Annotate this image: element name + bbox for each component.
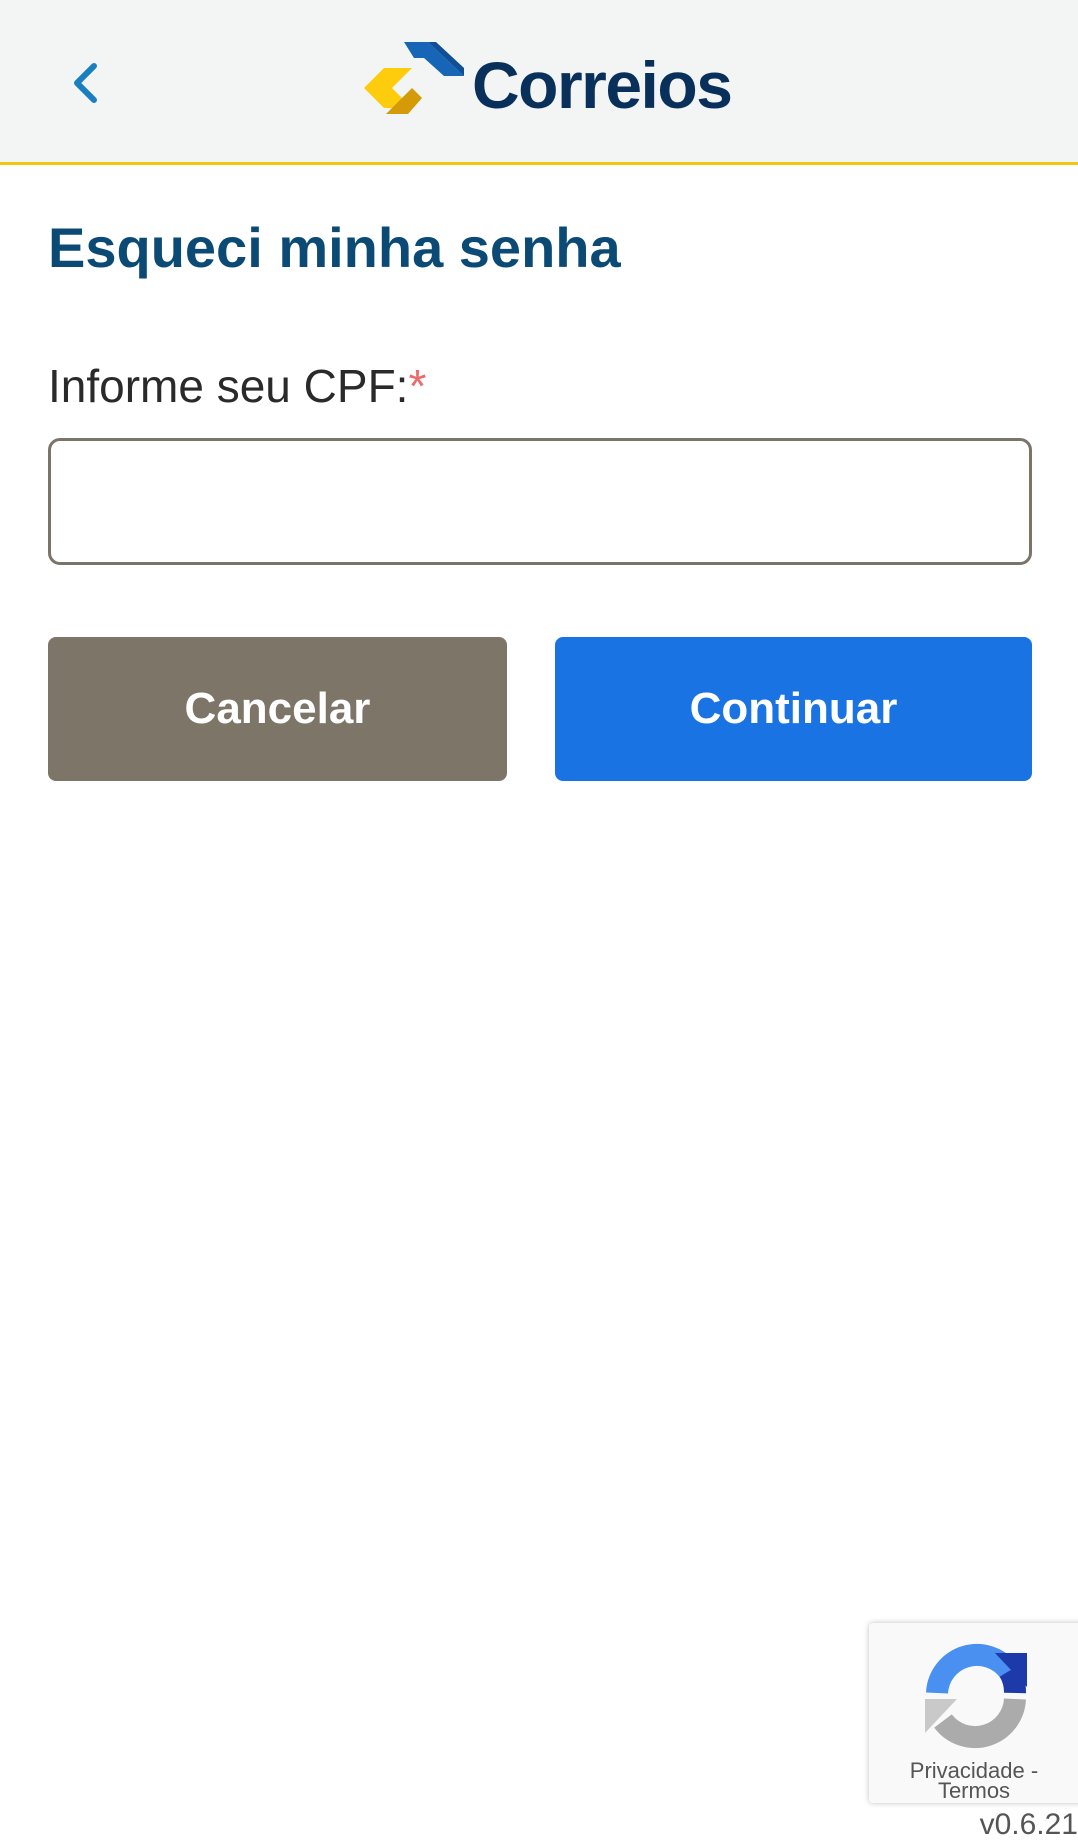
- app-version: v0.6.21: [979, 1808, 1078, 1841]
- cpf-label-text: Informe seu CPF:: [48, 360, 409, 412]
- correios-logo: Correios: [362, 42, 733, 122]
- chevron-left-icon: [74, 63, 97, 103]
- recaptcha-links: Privacidade - Termos: [869, 1758, 1078, 1803]
- recaptcha-icon: [925, 1643, 1027, 1749]
- app-header: Correios: [0, 0, 1078, 165]
- cpf-input[interactable]: [48, 438, 1032, 565]
- link-separator: -: [1024, 1758, 1039, 1783]
- cpf-label: Informe seu CPF:*: [48, 358, 426, 414]
- forgot-password-screen: Correios Esqueci minha senha Informe seu…: [0, 0, 1078, 1845]
- cancel-button[interactable]: Cancelar: [48, 637, 507, 781]
- terms-link[interactable]: Termos: [938, 1778, 1010, 1803]
- continue-button[interactable]: Continuar: [555, 637, 1032, 781]
- page-title: Esqueci minha senha: [48, 216, 621, 279]
- logo-wordmark: Correios: [472, 48, 733, 122]
- required-asterisk: *: [408, 360, 427, 412]
- recaptcha-badge[interactable]: Privacidade - Termos: [869, 1623, 1078, 1803]
- correios-logo-icon: [364, 42, 464, 114]
- back-button[interactable]: [55, 48, 115, 118]
